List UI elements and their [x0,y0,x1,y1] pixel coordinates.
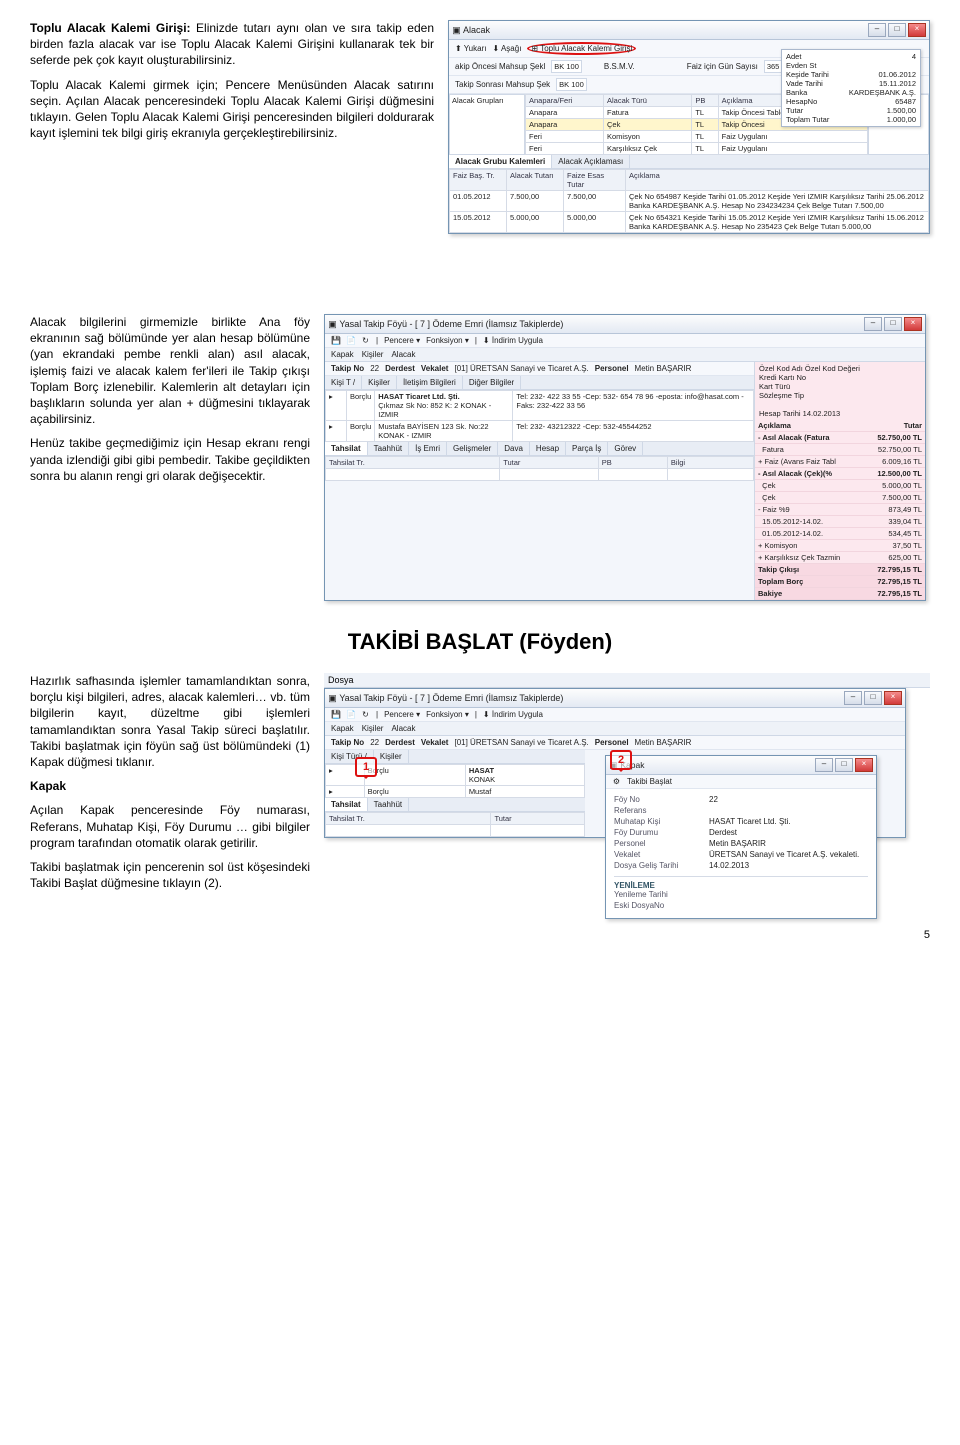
indirim-button[interactable]: ⬇ İndirim Uygula [483,336,543,345]
alacak-gruplari-label: Alacak Grupları [449,94,525,155]
new-icon[interactable]: 📄 [346,710,355,719]
subtab-aciklama[interactable]: Alacak Açıklaması [552,155,630,168]
value: 22 [370,364,379,373]
window-icon: ▣ [328,319,337,330]
p2-2: Henüz takibe geçmediğimiz için Hesap ekr… [30,435,310,484]
asagi-button[interactable]: ⬇ Aşağı [492,44,521,53]
window-icon: ▣ [452,25,461,36]
maximize-button[interactable]: □ [884,317,902,331]
window-title: Yasal Takip Föyü - [ 7 ] Ödeme Emri (İla… [339,319,563,329]
window-icon: ▣ [328,693,337,704]
field[interactable]: 365 [764,60,783,73]
fonksiyon-menu[interactable]: Fonksiyon ▾ [426,710,469,719]
callout-marker-2: 2 [610,750,632,770]
section-heading: TAKİBİ BAŞLAT (Föyden) [30,629,930,655]
menu-alacak[interactable]: Alacak [391,724,415,733]
save-icon[interactable]: 💾 [331,710,340,719]
maximize-button[interactable]: □ [888,23,906,37]
detail-tooltip: Adet4 Evden St Keşide Tarihi01.06.2012 V… [781,49,921,127]
menu-kisiler[interactable]: Kişiler [362,724,384,733]
subtab-kalemler[interactable]: Alacak Grubu Kalemleri [449,155,552,168]
pencere-menu[interactable]: Pencere ▾ [384,336,420,345]
close-button[interactable]: × [855,758,873,772]
value: Metin BAŞARIR [635,364,692,373]
close-button[interactable]: × [908,23,926,37]
label: akip Öncesi Mahsup Şekl [455,62,545,71]
maximize-button[interactable]: □ [864,691,882,705]
fonksiyon-menu[interactable]: Fonksiyon ▾ [426,336,469,345]
refresh-icon[interactable]: ↻ [361,710,370,719]
yukari-button[interactable]: ⬆ Yukarı [455,44,486,53]
pencere-menu[interactable]: Pencere ▾ [384,710,420,719]
minimize-button[interactable]: – [815,758,833,772]
refresh-icon[interactable]: ↻ [361,336,370,345]
callout-marker-1: 1 [355,757,377,777]
summary-table: AçıklamaTutar - Asıl Alacak (Fatura52.75… [755,420,925,600]
menu-kapak[interactable]: Kapak [331,350,354,359]
p2-1: Alacak bilgilerini girmemizle birlikte A… [30,314,310,427]
field[interactable]: BK 100 [551,60,582,73]
screenshot-alacak-window: ▣ Alacak – □ × ⬆ Yukarı ⬇ Aşağı ⊞ Toplu … [448,20,930,234]
borclu-table: ▸ Borçlu HASAT Ticaret Ltd. Şti.Çıkmaz S… [325,390,754,442]
close-button[interactable]: × [904,317,922,331]
tahsilat-table: Tahsilat Tr. Tutar PB Bilgi [325,456,754,481]
takibi-baslat-button[interactable]: Takibi Başlat [627,777,672,786]
kalem-table: Faiz Baş. Tr. Alacak Tutarı Faize Esas T… [449,169,929,233]
menu-kisiler[interactable]: Kişiler [362,350,384,359]
label: Takip Sonrası Mahsup Şek [455,80,550,89]
window-title: Yasal Takip Föyü - [ 7 ] Ödeme Emri (İla… [339,693,563,703]
kapak-popup-window: ▣ Kapak – □ × ⚙ Takibi Başlat 2 Föy No22… [605,755,877,919]
p3-2: Açılan Kapak penceresinde Föy numarası, … [30,802,310,851]
minimize-button[interactable]: – [868,23,886,37]
minimize-button[interactable]: – [864,317,882,331]
menu-alacak[interactable]: Alacak [391,350,415,359]
group-yenileme: YENİLEME [614,876,868,890]
maximize-button[interactable]: □ [835,758,853,772]
p1-2: Toplu Alacak Kalemi girmek için; Pencere… [30,77,434,142]
p3-1: Hazırlık safhasında işlemler tamamlandık… [30,673,310,770]
save-icon[interactable]: 💾 [331,336,340,345]
hesap-summary-panel: Özel Kod Adı Özel Kod Değeri Kredi Kartı… [754,362,925,600]
close-button[interactable]: × [884,691,902,705]
window-title: Alacak [463,25,490,35]
page-number: 5 [30,929,930,941]
paragraph-block-1: Toplu Alacak Kalemi Girişi: Elinizde tut… [30,20,434,149]
p3-3: Takibi başlatmak için pencerenin sol üst… [30,859,310,891]
paragraph-block-3: Hazırlık safhasında işlemler tamamlandık… [30,673,310,899]
status-badge: Derdest [385,364,415,373]
screenshot-foy-window-2: ▣ Yasal Takip Föyü - [ 7 ] Ödeme Emri (İ… [324,688,906,838]
menu-kapak[interactable]: Kapak [331,724,354,733]
toplu-giris-button[interactable]: ⊞ Toplu Alacak Kalemi Girişi [527,42,636,55]
field[interactable]: BK 100 [556,78,587,91]
indirim-button[interactable]: ⬇ İndirim Uygula [483,710,543,719]
label: Personel [595,364,629,373]
label: Faiz için Gün Sayısı [687,62,758,71]
outer-menu-dosya[interactable]: Dosya [324,673,930,688]
lead-bold: Toplu Alacak Kalemi Girişi: [30,21,191,35]
value: [01] ÜRETSAN Sanayi ve Ticaret A.Ş. [454,364,588,373]
gear-icon[interactable]: ⚙ [612,777,621,786]
label: Takip No [331,364,364,373]
label: Vekalet [421,364,449,373]
kapak-heading: Kapak [30,779,66,793]
new-icon[interactable]: 📄 [346,336,355,345]
screenshot-foy-window: ▣ Yasal Takip Föyü - [ 7 ] Ödeme Emri (İ… [324,314,926,601]
label: B.S.M.V. [604,62,635,71]
paragraph-block-2: Alacak bilgilerini girmemizle birlikte A… [30,314,310,492]
minimize-button[interactable]: – [844,691,862,705]
